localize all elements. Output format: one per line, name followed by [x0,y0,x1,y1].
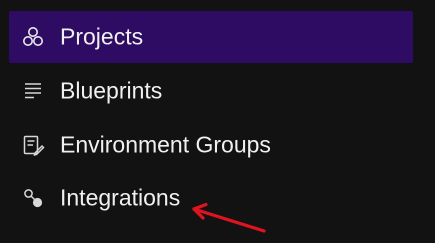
sidebar-item-label: Blueprints [60,77,163,104]
integrations-icon [21,186,45,210]
sidebar-item-label: Integrations [60,184,181,211]
sidebar-item-projects[interactable]: Projects [9,11,413,63]
annotation-arrow-icon [192,202,266,233]
sidebar-item-environment-groups[interactable]: Environment Groups [9,119,413,171]
blueprints-icon [21,79,45,103]
sidebar-item-label: Projects [60,23,144,50]
projects-icon [21,25,45,49]
sidebar-item-blueprints[interactable]: Blueprints [9,65,413,117]
environment-groups-icon [21,133,45,157]
sidebar-item-label: Environment Groups [60,131,271,158]
